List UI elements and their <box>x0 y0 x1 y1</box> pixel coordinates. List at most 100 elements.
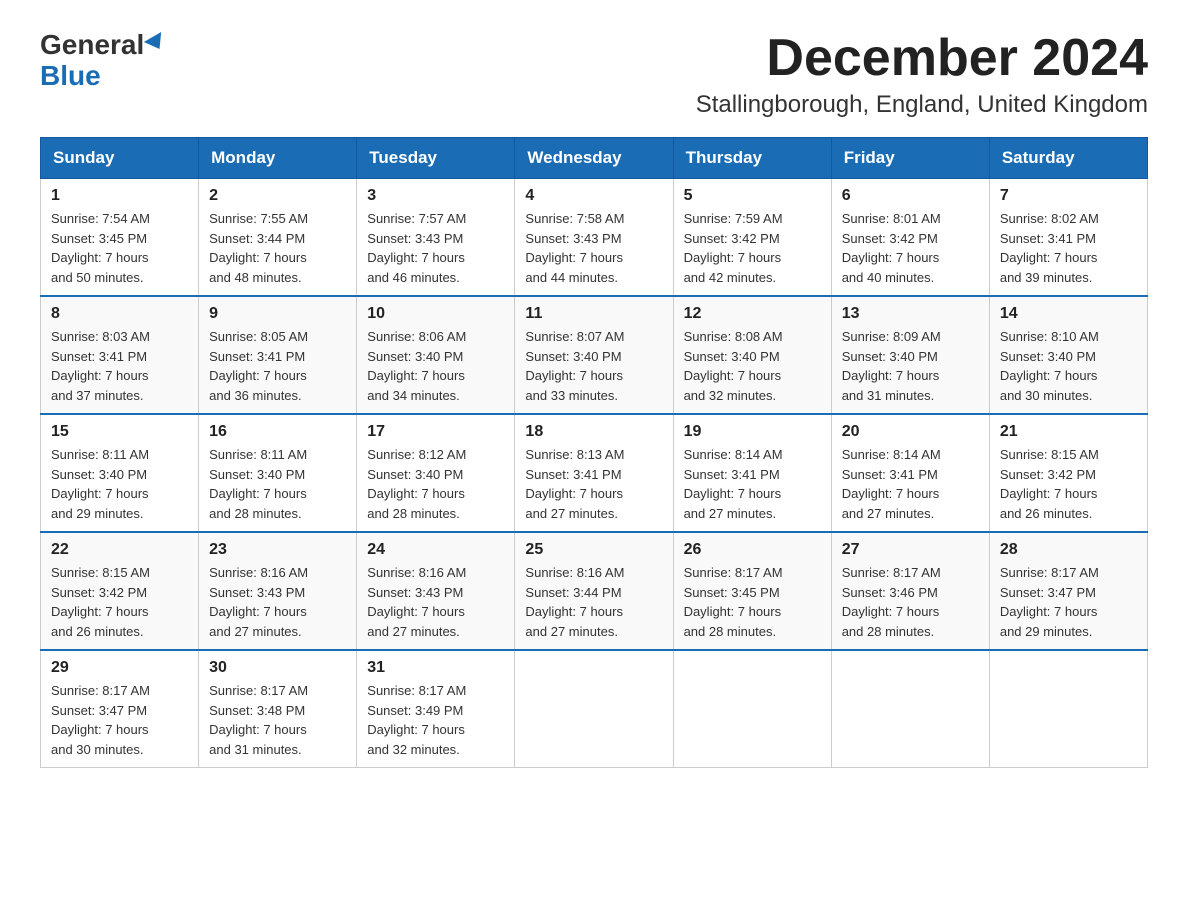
day-number: 8 <box>51 305 188 323</box>
calendar-cell: 27 Sunrise: 8:17 AMSunset: 3:46 PMDayligh… <box>831 532 989 650</box>
day-info: Sunrise: 8:02 AMSunset: 3:41 PMDaylight:… <box>1000 209 1137 287</box>
calendar-week-row: 15 Sunrise: 8:11 AMSunset: 3:40 PMDayligh… <box>41 414 1148 532</box>
day-number: 12 <box>684 305 821 323</box>
calendar-cell: 12 Sunrise: 8:08 AMSunset: 3:40 PMDayligh… <box>673 296 831 414</box>
calendar-cell <box>673 650 831 768</box>
calendar-cell: 13 Sunrise: 8:09 AMSunset: 3:40 PMDayligh… <box>831 296 989 414</box>
day-info: Sunrise: 7:59 AMSunset: 3:42 PMDaylight:… <box>684 209 821 287</box>
logo-blue-text: Blue <box>40 61 101 92</box>
day-number: 14 <box>1000 305 1137 323</box>
day-number: 17 <box>367 423 504 441</box>
day-info: Sunrise: 8:03 AMSunset: 3:41 PMDaylight:… <box>51 327 188 405</box>
header-tuesday: Tuesday <box>357 138 515 179</box>
calendar-cell: 10 Sunrise: 8:06 AMSunset: 3:40 PMDayligh… <box>357 296 515 414</box>
day-number: 3 <box>367 187 504 205</box>
calendar-cell: 26Sunrise: 8:17 AMSunset: 3:45 PMDayligh… <box>673 532 831 650</box>
day-number: 31 <box>367 659 504 677</box>
calendar-cell: 1 Sunrise: 7:54 AMSunset: 3:45 PMDaylight… <box>41 179 199 297</box>
day-info: Sunrise: 7:55 AMSunset: 3:44 PMDaylight:… <box>209 209 346 287</box>
calendar-cell: 6 Sunrise: 8:01 AMSunset: 3:42 PMDaylight… <box>831 179 989 297</box>
day-info: Sunrise: 8:01 AMSunset: 3:42 PMDaylight:… <box>842 209 979 287</box>
day-number: 6 <box>842 187 979 205</box>
calendar-cell: 2 Sunrise: 7:55 AMSunset: 3:44 PMDaylight… <box>199 179 357 297</box>
calendar-cell: 8 Sunrise: 8:03 AMSunset: 3:41 PMDaylight… <box>41 296 199 414</box>
day-info: Sunrise: 8:09 AMSunset: 3:40 PMDaylight:… <box>842 327 979 405</box>
day-number: 21 <box>1000 423 1137 441</box>
logo-triangle-icon <box>144 32 168 54</box>
title-area: December 2024 Stallingborough, England, … <box>696 30 1148 119</box>
day-info: Sunrise: 8:17 AMSunset: 3:47 PMDaylight:… <box>51 681 188 759</box>
day-number: 9 <box>209 305 346 323</box>
day-info: Sunrise: 7:57 AMSunset: 3:43 PMDaylight:… <box>367 209 504 287</box>
day-info: Sunrise: 8:15 AMSunset: 3:42 PMDaylight:… <box>1000 445 1137 523</box>
calendar-cell: 9 Sunrise: 8:05 AMSunset: 3:41 PMDaylight… <box>199 296 357 414</box>
day-info: Sunrise: 8:14 AMSunset: 3:41 PMDaylight:… <box>842 445 979 523</box>
day-number: 1 <box>51 187 188 205</box>
day-info: Sunrise: 8:16 AMSunset: 3:44 PMDaylight:… <box>525 563 662 641</box>
day-number: 5 <box>684 187 821 205</box>
calendar-week-row: 29 Sunrise: 8:17 AMSunset: 3:47 PMDayligh… <box>41 650 1148 768</box>
day-number: 2 <box>209 187 346 205</box>
calendar-cell: 24 Sunrise: 8:16 AMSunset: 3:43 PMDayligh… <box>357 532 515 650</box>
calendar-cell: 23 Sunrise: 8:16 AMSunset: 3:43 PMDayligh… <box>199 532 357 650</box>
day-info: Sunrise: 7:58 AMSunset: 3:43 PMDaylight:… <box>525 209 662 287</box>
calendar-week-row: 1 Sunrise: 7:54 AMSunset: 3:45 PMDaylight… <box>41 179 1148 297</box>
day-number: 23 <box>209 541 346 559</box>
day-info: Sunrise: 8:05 AMSunset: 3:41 PMDaylight:… <box>209 327 346 405</box>
calendar-cell <box>989 650 1147 768</box>
header-friday: Friday <box>831 138 989 179</box>
day-number: 24 <box>367 541 504 559</box>
day-number: 20 <box>842 423 979 441</box>
day-info: Sunrise: 8:07 AMSunset: 3:40 PMDaylight:… <box>525 327 662 405</box>
day-info: Sunrise: 8:16 AMSunset: 3:43 PMDaylight:… <box>209 563 346 641</box>
calendar-cell: 4 Sunrise: 7:58 AMSunset: 3:43 PMDaylight… <box>515 179 673 297</box>
day-info: Sunrise: 8:17 AMSunset: 3:47 PMDaylight:… <box>1000 563 1137 641</box>
subtitle: Stallingborough, England, United Kingdom <box>696 91 1148 119</box>
day-number: 16 <box>209 423 346 441</box>
day-info: Sunrise: 8:17 AMSunset: 3:46 PMDaylight:… <box>842 563 979 641</box>
day-number: 25 <box>525 541 662 559</box>
day-info: Sunrise: 8:17 AMSunset: 3:45 PMDaylight:… <box>684 563 821 641</box>
calendar-cell: 20 Sunrise: 8:14 AMSunset: 3:41 PMDayligh… <box>831 414 989 532</box>
day-number: 18 <box>525 423 662 441</box>
calendar-cell: 28 Sunrise: 8:17 AMSunset: 3:47 PMDayligh… <box>989 532 1147 650</box>
day-info: Sunrise: 8:10 AMSunset: 3:40 PMDaylight:… <box>1000 327 1137 405</box>
day-info: Sunrise: 8:15 AMSunset: 3:42 PMDaylight:… <box>51 563 188 641</box>
calendar-cell: 16Sunrise: 8:11 AMSunset: 3:40 PMDayligh… <box>199 414 357 532</box>
day-info: Sunrise: 8:16 AMSunset: 3:43 PMDaylight:… <box>367 563 504 641</box>
calendar-cell: 22Sunrise: 8:15 AMSunset: 3:42 PMDayligh… <box>41 532 199 650</box>
day-info: Sunrise: 8:08 AMSunset: 3:40 PMDaylight:… <box>684 327 821 405</box>
day-info: Sunrise: 8:11 AMSunset: 3:40 PMDaylight:… <box>51 445 188 523</box>
day-number: 27 <box>842 541 979 559</box>
calendar-cell: 11 Sunrise: 8:07 AMSunset: 3:40 PMDayligh… <box>515 296 673 414</box>
day-info: Sunrise: 7:54 AMSunset: 3:45 PMDaylight:… <box>51 209 188 287</box>
calendar-cell <box>831 650 989 768</box>
calendar-cell: 29 Sunrise: 8:17 AMSunset: 3:47 PMDayligh… <box>41 650 199 768</box>
calendar-cell: 3 Sunrise: 7:57 AMSunset: 3:43 PMDaylight… <box>357 179 515 297</box>
calendar-cell: 19 Sunrise: 8:14 AMSunset: 3:41 PMDayligh… <box>673 414 831 532</box>
day-info: Sunrise: 8:17 AMSunset: 3:49 PMDaylight:… <box>367 681 504 759</box>
day-number: 28 <box>1000 541 1137 559</box>
day-number: 4 <box>525 187 662 205</box>
calendar-cell: 21 Sunrise: 8:15 AMSunset: 3:42 PMDayligh… <box>989 414 1147 532</box>
day-number: 10 <box>367 305 504 323</box>
day-number: 30 <box>209 659 346 677</box>
calendar-cell: 17Sunrise: 8:12 AMSunset: 3:40 PMDayligh… <box>357 414 515 532</box>
calendar-header-row: SundayMondayTuesdayWednesdayThursdayFrid… <box>41 138 1148 179</box>
calendar-cell: 14 Sunrise: 8:10 AMSunset: 3:40 PMDayligh… <box>989 296 1147 414</box>
logo-text: General <box>40 30 166 61</box>
day-info: Sunrise: 8:06 AMSunset: 3:40 PMDaylight:… <box>367 327 504 405</box>
day-info: Sunrise: 8:13 AMSunset: 3:41 PMDaylight:… <box>525 445 662 523</box>
day-info: Sunrise: 8:14 AMSunset: 3:41 PMDaylight:… <box>684 445 821 523</box>
day-number: 11 <box>525 305 662 323</box>
header-wednesday: Wednesday <box>515 138 673 179</box>
day-number: 13 <box>842 305 979 323</box>
day-number: 19 <box>684 423 821 441</box>
calendar-cell: 7 Sunrise: 8:02 AMSunset: 3:41 PMDaylight… <box>989 179 1147 297</box>
calendar-cell: 30Sunrise: 8:17 AMSunset: 3:48 PMDayligh… <box>199 650 357 768</box>
day-number: 29 <box>51 659 188 677</box>
calendar-cell: 31 Sunrise: 8:17 AMSunset: 3:49 PMDayligh… <box>357 650 515 768</box>
calendar-table: SundayMondayTuesdayWednesdayThursdayFrid… <box>40 137 1148 768</box>
day-number: 7 <box>1000 187 1137 205</box>
day-number: 15 <box>51 423 188 441</box>
